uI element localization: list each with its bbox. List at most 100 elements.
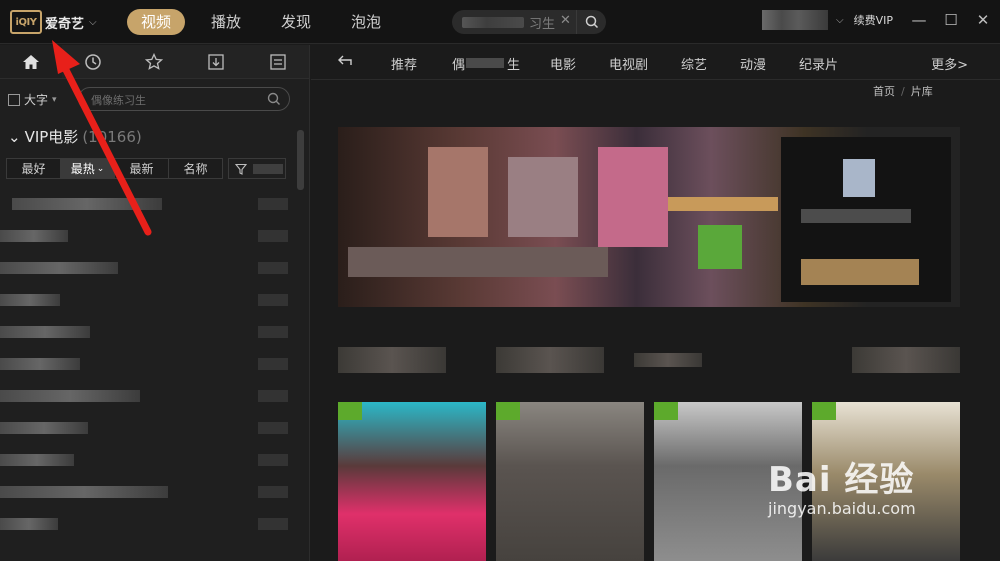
breadcrumb: 首页 / 片库 [873, 83, 933, 99]
list-item[interactable] [0, 348, 294, 380]
list-item[interactable] [0, 284, 294, 316]
channel-variety[interactable]: 综艺 [681, 54, 707, 73]
list-item-title-blurred [0, 294, 60, 306]
main-nav: 视频 播放 发现 泡泡 [127, 9, 407, 35]
section-label-blurred [634, 353, 702, 367]
list-item-title-blurred [0, 518, 58, 530]
sidebar-tab-history[interactable] [62, 45, 124, 78]
minimize-button[interactable]: — [910, 8, 928, 32]
sort-tab-hot[interactable]: 最热 ⌄ [60, 158, 115, 179]
list-item-meta-blurred [258, 198, 288, 210]
sort-tab-hot-label: 最热 [70, 162, 95, 176]
channel-label-blurred [466, 58, 504, 68]
sidebar-tab-favorites[interactable] [124, 45, 186, 78]
list-item[interactable] [0, 508, 294, 540]
font-size-icon [8, 93, 20, 106]
vip-badge [654, 402, 678, 420]
tab-play[interactable]: 播放 [197, 9, 255, 35]
movie-list [0, 188, 294, 540]
channel-partial-label-end[interactable]: 生 [507, 54, 520, 73]
poster-card[interactable] [496, 402, 644, 561]
banner-play-button-blurred[interactable] [801, 259, 919, 285]
list-item[interactable] [0, 412, 294, 444]
section-more-blurred[interactable] [852, 347, 960, 373]
maximize-button[interactable]: ☐ [942, 8, 960, 32]
chevron-down-icon[interactable]: ⌵ [89, 17, 97, 28]
sort-tab-newest[interactable]: 最新 [114, 158, 169, 179]
list-item[interactable] [0, 252, 294, 284]
search-icon[interactable] [267, 92, 281, 106]
chevron-down-icon: ⌄ [96, 163, 105, 174]
favorite-icon [145, 52, 164, 70]
watermark-brand: Bai 经验 [768, 460, 915, 500]
sidebar-tab-list[interactable] [247, 45, 309, 78]
sidebar-search-input[interactable]: 偶像练习生 [78, 87, 290, 111]
list-item-title-blurred [0, 422, 88, 434]
channel-tv[interactable]: 电视剧 [609, 54, 648, 73]
channel-more[interactable]: 更多> [931, 54, 968, 73]
sidebar-scrollbar[interactable] [297, 130, 304, 190]
list-item-title-blurred [12, 198, 162, 210]
home-icon [22, 54, 39, 69]
list-item-title-blurred [0, 454, 74, 466]
list-item[interactable] [0, 220, 294, 252]
channel-documentary[interactable]: 纪录片 [799, 54, 838, 73]
category-header[interactable]: ⌄ VIP电影 (10166) [8, 126, 142, 147]
list-item-meta-blurred [258, 294, 288, 306]
clear-icon[interactable]: ✕ [560, 13, 571, 28]
section-label-blurred [338, 347, 446, 373]
back-arrow-icon[interactable] [337, 53, 355, 69]
chevron-down-icon: ▾ [52, 94, 57, 105]
tab-video[interactable]: 视频 [127, 9, 186, 35]
list-item[interactable] [0, 316, 294, 348]
filter-button[interactable] [228, 158, 286, 179]
list-item-title-blurred [0, 358, 80, 370]
top-bar: iQIY 爱奇艺 ⌵ 视频 播放 发现 泡泡 习生 ✕ ⌵ 续费VIP — ☐ … [0, 0, 1000, 44]
sidebar-icon-bar [0, 45, 309, 79]
list-item[interactable] [0, 444, 294, 476]
channel-movie[interactable]: 电影 [550, 54, 576, 73]
search-query-text: 习生 [529, 17, 556, 32]
sidebar-search-placeholder: 偶像练习生 [91, 94, 146, 107]
iqiyi-logo-icon: iQIY [10, 10, 42, 34]
vip-badge [812, 402, 836, 420]
list-item-title-blurred [0, 486, 168, 498]
tab-discover[interactable]: 发现 [267, 9, 325, 35]
channel-recommend[interactable]: 推荐 [391, 54, 417, 73]
breadcrumb-home[interactable]: 首页 [873, 85, 895, 98]
breadcrumb-current: 片库 [910, 85, 933, 98]
search-button[interactable] [576, 10, 606, 34]
list-item[interactable] [0, 476, 294, 508]
close-button[interactable]: ✕ [974, 8, 992, 32]
list-item-meta-blurred [258, 358, 288, 370]
sidebar-toolbar: 大字 ▾ 偶像练习生 [0, 79, 309, 119]
app-logo[interactable]: iQIY 爱奇艺 ⌵ [10, 10, 97, 34]
search-input[interactable]: 习生 ✕ [452, 10, 606, 34]
list-item-meta-blurred [258, 230, 288, 242]
channel-anime[interactable]: 动漫 [740, 54, 766, 73]
list-item-meta-blurred [258, 390, 288, 402]
chevron-down-icon: ⌄ [8, 127, 21, 146]
banner-figure-blurred [598, 147, 668, 247]
avatar[interactable] [762, 10, 828, 30]
list-item[interactable] [0, 188, 294, 220]
featured-banner[interactable] [338, 127, 960, 307]
sidebar-tab-downloads[interactable] [185, 45, 247, 78]
tab-bubble[interactable]: 泡泡 [337, 9, 395, 35]
category-count: (10166) [82, 127, 142, 146]
font-size-toggle[interactable]: 大字 ▾ [8, 91, 57, 108]
list-item-meta-blurred [258, 422, 288, 434]
channel-partial-label[interactable]: 偶 [452, 54, 465, 73]
list-item-title-blurred [0, 390, 140, 402]
sort-tab-name[interactable]: 名称 [168, 158, 223, 179]
banner-info-text-blurred [801, 209, 911, 223]
sidebar-tab-home[interactable] [0, 45, 62, 78]
poster-card[interactable] [338, 402, 486, 561]
user-menu-chevron-icon[interactable]: ⌵ [836, 15, 844, 26]
list-item[interactable] [0, 380, 294, 412]
sort-tab-best[interactable]: 最好 [6, 158, 61, 179]
banner-info-avatar-blurred [843, 159, 875, 197]
vip-badge [338, 402, 362, 420]
renew-vip-link[interactable]: 续费VIP [854, 12, 893, 28]
breadcrumb-separator: / [901, 85, 905, 98]
